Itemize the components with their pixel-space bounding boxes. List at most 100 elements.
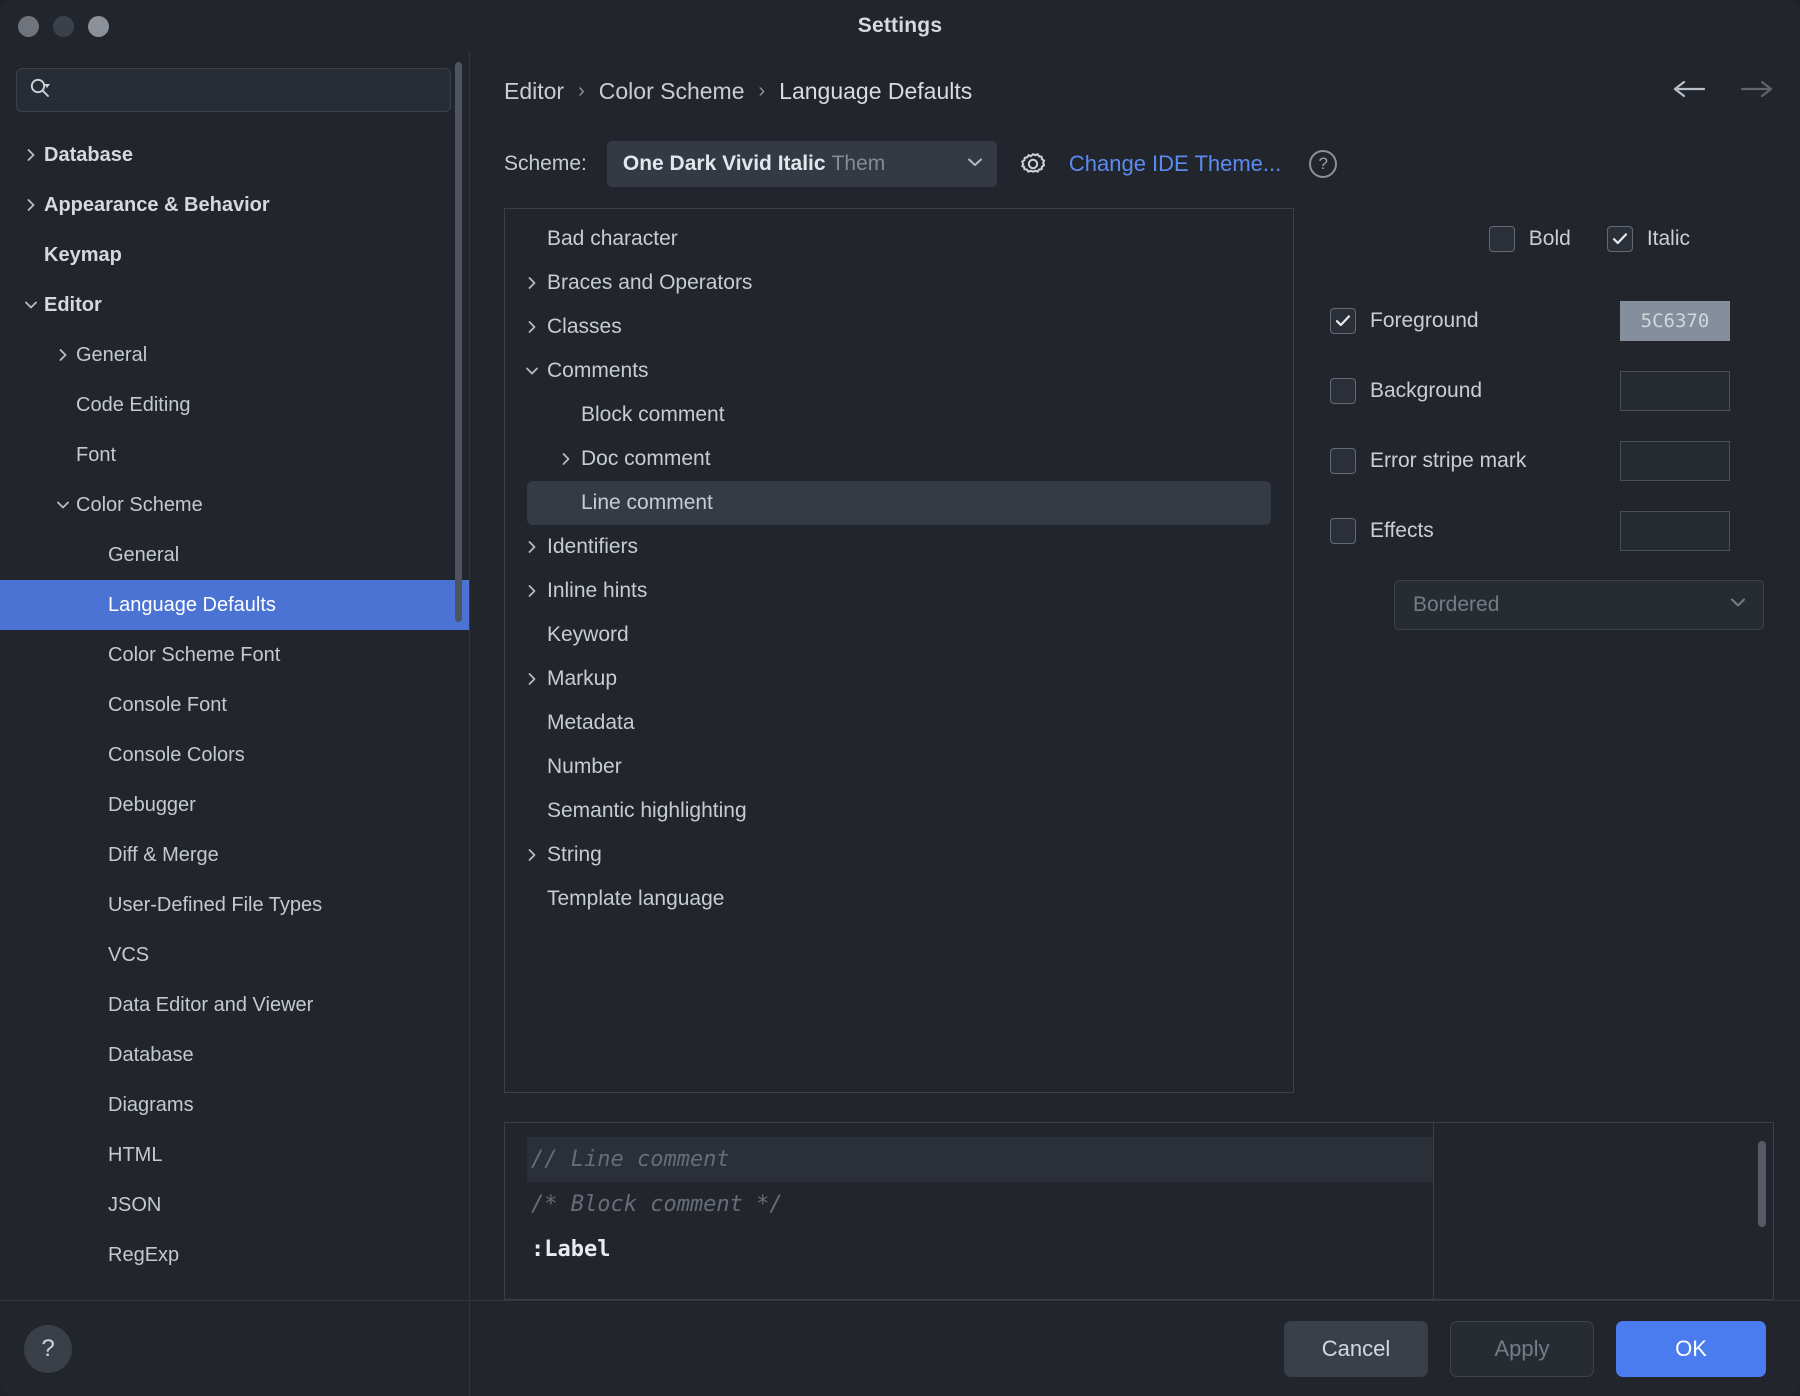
attribute-item-block-comment[interactable]: Block comment [505,393,1293,437]
breadcrumb-item-editor[interactable]: Editor [504,78,564,105]
attribute-item-number[interactable]: Number [505,745,1293,789]
checkbox-italic[interactable] [1606,226,1633,252]
attribute-item-braces-and-operators[interactable]: Braces and Operators [505,261,1293,305]
sidebar-item-database[interactable]: Database [0,130,469,180]
attribute-item-doc-comment[interactable]: Doc comment [505,437,1293,481]
sidebar-item-general[interactable]: General [0,530,469,580]
arrow-left-icon[interactable] [1672,77,1706,106]
sidebar-item-general[interactable]: General [0,330,469,380]
chevron-right-icon[interactable] [517,319,547,335]
preview-line: // Line comment [527,1137,1433,1182]
chevron-right-icon[interactable] [18,147,44,163]
sidebar-item-language-defaults[interactable]: Language Defaults [0,580,469,630]
sidebar-item-appearance-behavior[interactable]: Appearance & Behavior [0,180,469,230]
color-swatch-foreground[interactable]: 5C6370 [1620,301,1730,341]
question-circle-icon[interactable]: ? [1309,150,1338,178]
sidebar-item-label: HTML [108,1143,163,1166]
breadcrumb-separator: › [758,79,766,102]
checkbox-foreground[interactable] [1330,308,1356,334]
breadcrumb-item-language-defaults[interactable]: Language Defaults [779,78,972,105]
search-icon [29,77,51,104]
sidebar-item-database[interactable]: Database [0,1030,469,1080]
preview-line: :Label [531,1237,611,1262]
attribute-row-error-stripe-mark: Error stripe mark [1330,426,1774,496]
checkbox-effects[interactable] [1330,518,1356,544]
settings-tree[interactable]: Database Appearance & Behavior Keymap Edito… [0,126,469,1300]
attribute-item-line-comment[interactable]: Line comment [527,481,1271,525]
chevron-down-icon[interactable] [517,363,547,379]
color-swatch-effects[interactable] [1620,511,1730,551]
font-style-bold[interactable]: Bold [1488,226,1571,252]
attribute-item-metadata[interactable]: Metadata [505,701,1293,745]
chevron-right-icon[interactable] [517,583,547,599]
help-button[interactable]: ? [24,1324,72,1373]
checkbox-bold[interactable] [1488,226,1515,252]
attribute-item-comments[interactable]: Comments [505,349,1293,393]
checkbox-error-stripe-mark[interactable] [1330,448,1356,474]
apply-button[interactable]: Apply [1450,1320,1594,1377]
attribute-item-semantic-highlighting[interactable]: Semantic highlighting [505,789,1293,833]
attribute-item-keyword[interactable]: Keyword [505,613,1293,657]
attribute-item-markup[interactable]: Markup [505,657,1293,701]
chevron-right-icon[interactable] [517,275,547,291]
sidebar-scrollbar[interactable] [455,62,462,622]
attribute-item-identifiers[interactable]: Identifiers [505,525,1293,569]
search-input[interactable] [57,80,438,100]
breadcrumb-item-color-scheme[interactable]: Color Scheme [599,78,745,105]
chevron-right-icon[interactable] [50,347,76,363]
sidebar-item-data-editor-and-viewer[interactable]: Data Editor and Viewer [0,980,469,1030]
sidebar-item-html[interactable]: HTML [0,1130,469,1180]
chevron-right-icon[interactable] [551,451,581,467]
sidebar-item-user-defined-file-types[interactable]: User-Defined File Types [0,880,469,930]
scheme-dropdown[interactable]: One Dark Vivid Italic Them [606,141,997,187]
attribute-item-string[interactable]: String [505,833,1293,877]
preview-scrollbar[interactable] [1758,1141,1766,1227]
attribute-item-template-language[interactable]: Template language [505,877,1293,921]
search-field[interactable] [16,68,451,112]
attribute-item-classes[interactable]: Classes [505,305,1293,349]
sidebar-item-debugger[interactable]: Debugger [0,780,469,830]
color-swatch-error-stripe-mark[interactable] [1620,441,1730,481]
sidebar-item-diff-merge[interactable]: Diff & Merge [0,830,469,880]
chevron-down-icon[interactable] [18,297,44,313]
close-window-button[interactable] [18,15,39,37]
sidebar-item-regexp[interactable]: RegExp [0,1230,469,1280]
color-attributes-tree[interactable]: Bad character Braces and Operators Classes… [504,208,1294,1093]
attribute-toggle[interactable]: Error stripe mark [1330,448,1620,474]
attribute-item-bad-character[interactable]: Bad character [505,217,1293,261]
attribute-item-inline-hints[interactable]: Inline hints [505,569,1293,613]
chevron-right-icon[interactable] [517,671,547,687]
sidebar-item-vcs[interactable]: VCS [0,930,469,980]
sidebar-item-console-colors[interactable]: Console Colors [0,730,469,780]
chevron-right-icon[interactable] [517,539,547,555]
effect-type-dropdown[interactable]: Bordered [1394,580,1764,630]
gear-icon[interactable] [1017,148,1049,180]
sidebar-item-keymap[interactable]: Keymap [0,230,469,280]
sidebar-item-console-font[interactable]: Console Font [0,680,469,730]
window-title: Settings [857,14,943,37]
code-preview[interactable]: // Line comment /* Block comment */:Label [504,1122,1774,1300]
attribute-toggle[interactable]: Foreground [1330,308,1620,334]
sidebar-item-json[interactable]: JSON [0,1180,469,1230]
chevron-right-icon[interactable] [517,847,547,863]
font-style-italic[interactable]: Italic [1606,226,1690,252]
arrow-right-icon[interactable] [1740,77,1774,106]
attribute-toggle[interactable]: Background [1330,378,1620,404]
attribute-toggle[interactable]: Effects [1330,518,1620,544]
sidebar-item-editor[interactable]: Editor [0,280,469,330]
sidebar-item-code-editing[interactable]: Code Editing [0,380,469,430]
ok-button[interactable]: OK [1616,1320,1766,1377]
minimize-window-button[interactable] [53,15,74,37]
cancel-button[interactable]: Cancel [1284,1320,1428,1377]
chevron-right-icon[interactable] [18,197,44,213]
zoom-window-button[interactable] [88,15,109,37]
checkbox-background[interactable] [1330,378,1356,404]
sidebar-item-diagrams[interactable]: Diagrams [0,1080,469,1130]
attribute-row-background: Background [1330,356,1774,426]
sidebar-item-font[interactable]: Font [0,430,469,480]
sidebar-item-color-scheme[interactable]: Color Scheme [0,480,469,530]
chevron-down-icon[interactable] [50,497,76,513]
color-swatch-background[interactable] [1620,371,1730,411]
sidebar-item-color-scheme-font[interactable]: Color Scheme Font [0,630,469,680]
change-ide-theme-link[interactable]: Change IDE Theme... [1069,151,1281,177]
